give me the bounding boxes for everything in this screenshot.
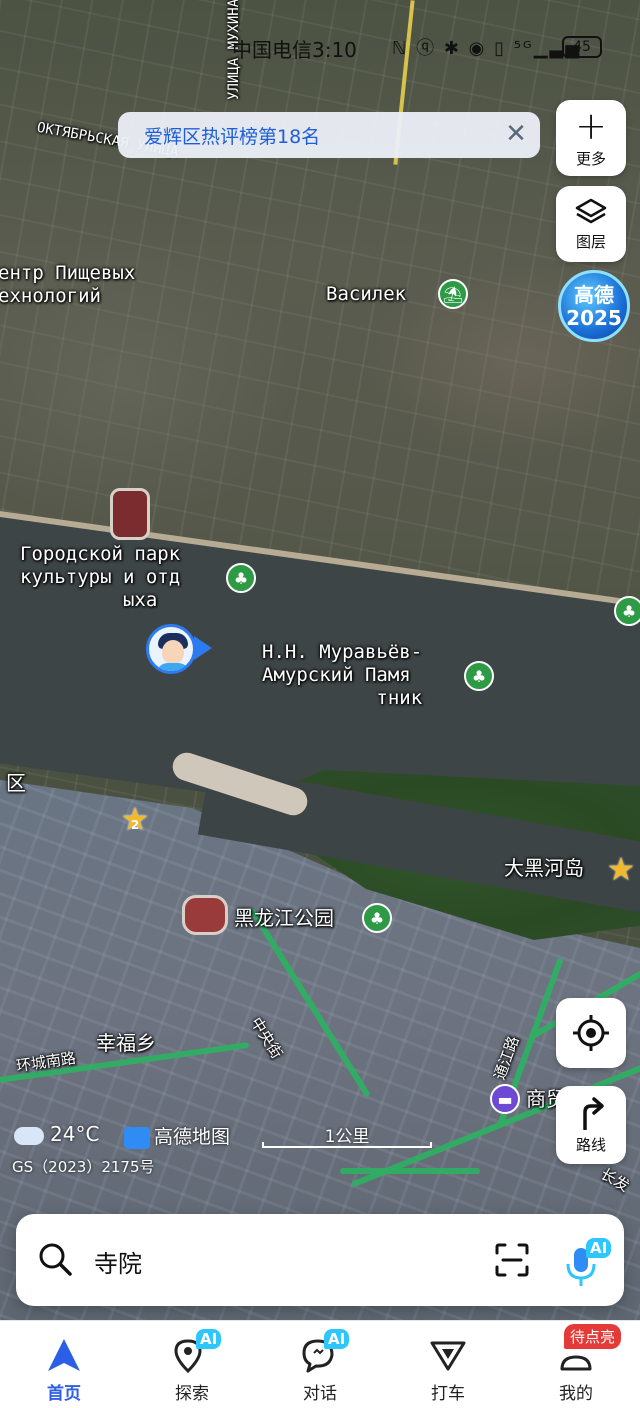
search-input[interactable]: 寺院 [94,1244,142,1279]
nav-chat-label: 对话 [303,1384,337,1404]
label-muravyev[interactable]: Н.Н. Муравьёв- Амурский Памя тник [262,641,422,710]
badge-line2: 2025 [566,306,622,330]
ai-voice-button[interactable]: AI [562,1238,618,1288]
label-heihe-island[interactable]: 大黑河岛 [504,857,584,880]
more-button[interactable]: + 更多 [556,100,626,176]
crosshair-icon [573,1015,609,1051]
more-label: 更多 [575,149,606,168]
label-vasilek[interactable]: Василек [326,283,406,306]
heilongjiang-park-icon[interactable]: ♣ [362,903,392,933]
status-icons: ℕ ⓠ ✱ ◉ ▯ ⁵ᴳ▁▃▅ [392,38,582,59]
route-label: 路线 [575,1135,606,1154]
star-poi-icon[interactable]: ★ 2 [118,802,152,836]
island-star-icon[interactable]: ★ [604,852,638,886]
monument-poi-icon[interactable]: ♣ [464,661,494,691]
carrier-time: 中国电信3:10 [232,38,357,62]
heading-arrow-icon [194,636,212,660]
scan-icon[interactable] [494,1242,530,1278]
hotel-poi-icon[interactable]: ▬ [490,1084,520,1114]
nav-taxi[interactable]: 打车 [384,1321,512,1408]
ranking-banner[interactable]: 爱辉区热评榜第18名 ✕ [118,112,540,158]
route-turn-icon [583,1096,604,1130]
label-district[interactable]: 区 [6,772,26,795]
park-poi-icon[interactable]: ♣ [226,563,256,593]
taxi-icon [430,1341,466,1371]
nav-chat[interactable]: AI 对话 [256,1321,384,1408]
battery-icon: 45 [562,36,602,58]
nav-mine-label: 我的 [559,1384,593,1404]
banner-close-icon[interactable]: ✕ [502,120,530,148]
layers-button[interactable]: 图层 [556,186,626,262]
plus-icon: + [575,103,607,148]
nav-home-label: 首页 [47,1384,81,1404]
chat-ai-badge: AI [324,1329,350,1349]
label-xingfu[interactable]: 幸福乡 [96,1032,156,1055]
ai-badge: AI [586,1238,612,1258]
amap-logo-icon [124,1126,150,1149]
label-centr[interactable]: ентр Пищевых ехнологий [0,262,135,308]
search-card[interactable]: 寺院 AI [16,1214,624,1306]
weather-widget[interactable]: 24°C [14,1122,99,1146]
cloud-icon [14,1126,44,1145]
park-poi-icon-edge[interactable]: ♣ [614,596,640,626]
amap-2025-badge[interactable]: 高德 2025 [558,270,630,342]
beach-poi-icon[interactable]: ⛱ [438,279,468,309]
user-avatar[interactable] [146,624,196,674]
stadium-south [182,895,228,935]
brand-text: 高德地图 [154,1126,231,1148]
search-icon[interactable] [38,1242,72,1276]
mine-badge: 待点亮 [564,1324,622,1349]
home-arrow-icon [48,1339,80,1371]
avatar-face [162,640,184,664]
map-scale: 1公里 [262,1122,432,1148]
amap-logo: 高德地图 [124,1122,230,1149]
scale-bar [262,1142,432,1148]
gs-approval-number: GS（2023）2175号 [12,1158,155,1176]
layers-icon [575,198,607,223]
explore-ai-badge: AI [196,1329,222,1349]
label-heilongjiang-park[interactable]: 黑龙江公园 [234,907,334,930]
stadium-north [110,488,150,540]
nav-explore-label: 探索 [175,1384,209,1404]
temperature: 24°C [50,1122,100,1146]
badge-line1: 高德 [574,283,614,307]
locate-button[interactable] [556,998,626,1068]
label-park[interactable]: Городской парк культуры и отд ыха [20,543,180,612]
layers-label: 图层 [575,232,606,251]
nav-explore[interactable]: AI 探索 [128,1321,256,1408]
route-button[interactable]: 路线 [556,1086,626,1164]
nav-home[interactable]: 首页 [0,1321,128,1408]
banner-text: 爱辉区热评榜第18名 [144,125,321,148]
bottom-nav: 首页 AI 探索 AI 对话 打车 我的 [0,1320,640,1408]
nav-taxi-label: 打车 [431,1384,465,1404]
status-bar: 中国电信3:10 ℕ ⓠ ✱ ◉ ▯ ⁵ᴳ▁▃▅ 45 [0,30,640,64]
road-south [340,1168,480,1174]
